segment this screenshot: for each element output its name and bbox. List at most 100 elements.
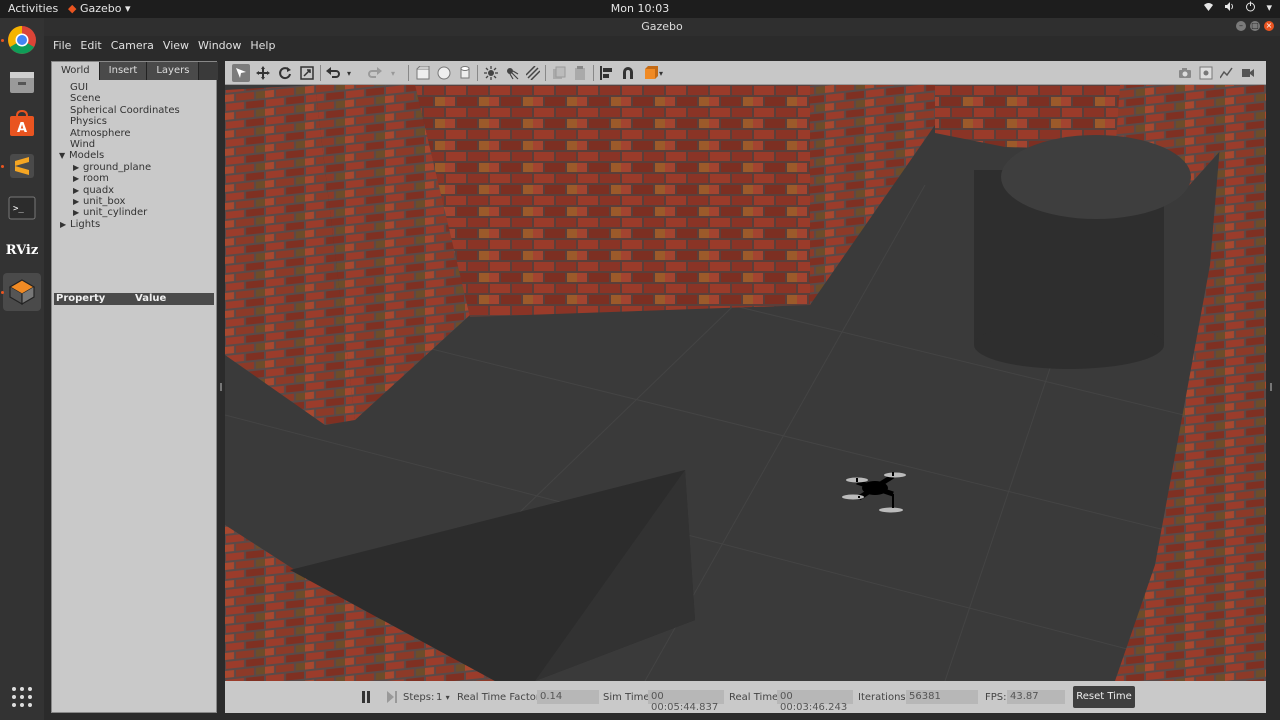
redo-icon bbox=[368, 67, 382, 78]
menu-edit[interactable]: Edit bbox=[80, 36, 108, 56]
activities-button[interactable]: Activities bbox=[8, 2, 58, 15]
pointer-icon bbox=[236, 68, 246, 78]
value-column-header[interactable]: Value bbox=[135, 293, 166, 304]
align-button[interactable] bbox=[598, 64, 616, 82]
collapsed-arrow-icon[interactable]: ▶ bbox=[73, 185, 83, 196]
undo-history-dropdown[interactable]: ▾ bbox=[344, 64, 354, 82]
dock-terminal[interactable]: >_ bbox=[3, 189, 41, 227]
dock-sublime-text[interactable] bbox=[3, 147, 41, 185]
rviz-icon: RViz bbox=[5, 242, 39, 258]
dock-show-applications[interactable] bbox=[3, 678, 41, 716]
screenshot-button[interactable] bbox=[1176, 64, 1194, 82]
menu-help[interactable]: Help bbox=[250, 36, 282, 56]
volume-icon bbox=[1224, 1, 1235, 15]
panel-tabs: World Insert Layers bbox=[52, 62, 218, 80]
tree-item-physics[interactable]: Physics bbox=[52, 116, 216, 127]
brick-wall-back bbox=[415, 85, 810, 317]
redo-history-dropdown[interactable]: ▾ bbox=[388, 64, 398, 82]
minimize-button[interactable]: – bbox=[1236, 21, 1246, 31]
copy-button[interactable] bbox=[550, 64, 568, 82]
tab-world[interactable]: World bbox=[52, 62, 100, 80]
point-light-button[interactable] bbox=[482, 64, 500, 82]
collapsed-arrow-icon[interactable]: ▶ bbox=[73, 207, 83, 218]
wifi-icon bbox=[1203, 1, 1214, 15]
menu-file[interactable]: File bbox=[53, 36, 78, 56]
dock-gazebo[interactable] bbox=[3, 273, 41, 311]
window-titlebar[interactable]: Gazebo – □ × bbox=[44, 18, 1280, 36]
snap-button[interactable] bbox=[619, 64, 637, 82]
camera-icon bbox=[1179, 68, 1191, 78]
cylinder-icon bbox=[460, 66, 470, 79]
step-button[interactable] bbox=[386, 690, 398, 703]
tree-item-model[interactable]: ▶ ground_plane bbox=[52, 162, 216, 173]
tree-item-model[interactable]: ▶ unit_box bbox=[52, 196, 216, 207]
tree-item-scene[interactable]: Scene bbox=[52, 93, 216, 104]
tab-insert[interactable]: Insert bbox=[99, 62, 148, 80]
log-button[interactable] bbox=[1197, 64, 1215, 82]
maximize-button[interactable]: □ bbox=[1250, 21, 1260, 31]
panel-splitter-handle[interactable] bbox=[220, 383, 222, 391]
tree-item-label: Models bbox=[69, 150, 105, 162]
copy-icon bbox=[553, 66, 566, 79]
sublime-text-icon bbox=[10, 154, 34, 178]
expanded-arrow-icon[interactable]: ▼ bbox=[59, 150, 69, 161]
right-splitter-handle[interactable] bbox=[1270, 383, 1272, 391]
menu-window[interactable]: Window bbox=[198, 36, 248, 56]
dock-software-center[interactable]: A bbox=[3, 105, 41, 143]
collapsed-arrow-icon[interactable]: ▶ bbox=[60, 219, 70, 230]
app-menu-label: Gazebo bbox=[79, 2, 122, 15]
tree-item-label: Lights bbox=[70, 218, 101, 230]
paste-button[interactable] bbox=[571, 64, 589, 82]
app-menu[interactable]: ◆ Gazebo ▾ bbox=[68, 2, 131, 15]
redo-button[interactable] bbox=[366, 64, 384, 82]
menu-camera[interactable]: Camera bbox=[111, 36, 161, 56]
real-time-value: 00 00:03:46.243 bbox=[777, 690, 853, 713]
simulation-status-bar: Steps: 1 ▾ Real Time Factor: 0.14 Sim Ti… bbox=[225, 681, 1266, 713]
reset-time-button[interactable]: Reset Time bbox=[1073, 686, 1135, 708]
pause-button[interactable] bbox=[360, 690, 372, 703]
tab-layers[interactable]: Layers bbox=[147, 62, 200, 80]
tree-item-label: unit_cylinder bbox=[83, 207, 148, 219]
plot-button[interactable] bbox=[1218, 64, 1236, 82]
dock-files[interactable] bbox=[3, 63, 41, 101]
sphere-shape-button[interactable] bbox=[435, 64, 453, 82]
3d-viewport[interactable] bbox=[225, 85, 1266, 681]
collapsed-arrow-icon[interactable]: ▶ bbox=[73, 162, 83, 173]
translate-mode-button[interactable] bbox=[254, 64, 272, 82]
undo-button[interactable] bbox=[324, 64, 342, 82]
world-tree: GUI Scene Spherical Coordinates Physics … bbox=[52, 82, 216, 230]
dock: A >_ RViz bbox=[0, 18, 44, 720]
steps-value-text: 1 bbox=[436, 692, 443, 703]
tree-item-model[interactable]: ▶ quadx bbox=[52, 185, 216, 196]
tree-item-model[interactable]: ▶ unit_cylinder bbox=[52, 207, 216, 218]
collapsed-arrow-icon[interactable]: ▶ bbox=[73, 173, 83, 184]
spot-light-button[interactable] bbox=[503, 64, 521, 82]
tree-item-lights[interactable]: ▶ Lights bbox=[52, 219, 216, 230]
window-title: Gazebo bbox=[641, 20, 683, 33]
select-mode-button[interactable] bbox=[232, 64, 250, 82]
tree-item-atmosphere[interactable]: Atmosphere bbox=[52, 128, 216, 139]
rotate-mode-button[interactable] bbox=[276, 64, 294, 82]
view-angle-dropdown[interactable]: ▾ bbox=[656, 64, 666, 82]
system-tray[interactable]: ▾ bbox=[1203, 1, 1272, 15]
tree-item-wind[interactable]: Wind bbox=[52, 139, 216, 150]
chevron-down-icon: ▾ bbox=[346, 68, 351, 78]
dock-chrome[interactable] bbox=[3, 21, 41, 59]
directional-light-button[interactable] bbox=[524, 64, 542, 82]
video-record-button[interactable] bbox=[1239, 64, 1257, 82]
tree-item-models[interactable]: ▼ Models bbox=[52, 150, 216, 161]
tree-item-gui[interactable]: GUI bbox=[52, 82, 216, 93]
box-shape-button[interactable] bbox=[414, 64, 432, 82]
cylinder-shape-button[interactable] bbox=[456, 64, 474, 82]
menu-view[interactable]: View bbox=[163, 36, 196, 56]
tree-item-model[interactable]: ▶ room bbox=[52, 173, 216, 184]
clock[interactable]: Mon 10:03 bbox=[611, 2, 669, 15]
close-button[interactable]: × bbox=[1264, 21, 1274, 31]
scale-mode-button[interactable] bbox=[298, 64, 316, 82]
steps-value[interactable]: 1 ▾ bbox=[436, 692, 450, 703]
collapsed-arrow-icon[interactable]: ▶ bbox=[73, 196, 83, 207]
tree-item-spherical-coordinates[interactable]: Spherical Coordinates bbox=[52, 105, 216, 116]
dock-rviz[interactable]: RViz bbox=[3, 231, 41, 269]
property-column-header[interactable]: Property bbox=[56, 293, 105, 304]
spot-light-icon bbox=[507, 68, 519, 80]
